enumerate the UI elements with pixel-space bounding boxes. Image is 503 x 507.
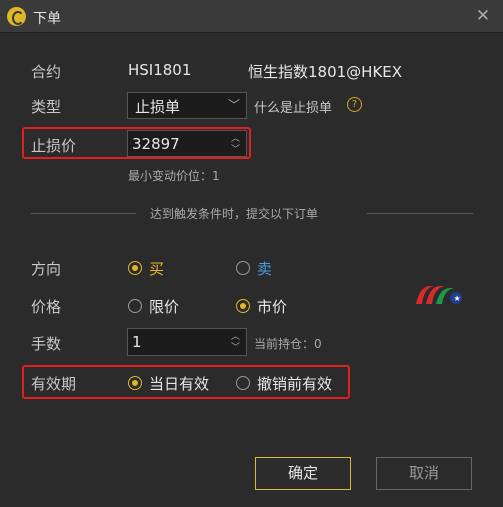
radio-day-order-label[interactable]: 当日有效 <box>149 373 209 394</box>
stop-price-label: 止损价 <box>31 137 77 155</box>
radio-buy-label[interactable]: 买 <box>149 258 164 279</box>
brand-logo-icon: ★ <box>416 286 462 304</box>
stop-price-stepper[interactable]: ︿ ﹀ <box>127 130 247 157</box>
divider-text: 达到触发条件时，提交以下订单 <box>150 207 319 221</box>
stop-price-input[interactable] <box>132 133 212 155</box>
chevron-down-icon: ﹀ <box>227 98 240 112</box>
divider-left <box>31 213 136 214</box>
chevron-down-icon[interactable]: ﹀ <box>231 145 240 155</box>
radio-day-order[interactable] <box>128 376 142 390</box>
contract-label: 合约 <box>31 63 62 81</box>
radio-market-price[interactable] <box>236 299 250 313</box>
divider-right <box>367 213 473 214</box>
radio-sell[interactable] <box>236 261 250 275</box>
title-bar: 下单 ✕ <box>0 0 503 33</box>
window-title: 下单 <box>33 11 61 27</box>
radio-gtc-order-label[interactable]: 撤销前有效 <box>257 373 332 394</box>
contract-code: HSI1801 <box>128 61 192 79</box>
cancel-button[interactable]: 取消 <box>376 457 472 490</box>
chevron-up-icon[interactable]: ︿ <box>231 134 240 144</box>
stop-order-help-link[interactable]: 什么是止损单 <box>254 97 332 116</box>
quantity-label: 手数 <box>31 335 62 353</box>
confirm-button[interactable]: 确定 <box>255 457 351 490</box>
quantity-stepper[interactable]: ︿ ﹀ <box>127 328 247 356</box>
validity-label: 有效期 <box>31 375 77 393</box>
chevron-up-icon[interactable]: ︿ <box>231 332 240 342</box>
direction-label: 方向 <box>31 260 62 278</box>
chevron-down-icon[interactable]: ﹀ <box>231 343 240 353</box>
quantity-input[interactable] <box>132 331 212 353</box>
order-type-selected: 止损单 <box>135 98 181 116</box>
app-logo-icon <box>7 7 26 26</box>
radio-market-price-label[interactable]: 市价 <box>257 296 287 317</box>
radio-gtc-order[interactable] <box>236 376 250 390</box>
order-type-label: 类型 <box>31 98 62 116</box>
radio-limit-price-label[interactable]: 限价 <box>149 296 179 317</box>
order-type-select[interactable]: 止损单 ﹀ <box>127 92 247 119</box>
help-icon[interactable]: ? <box>347 97 362 112</box>
radio-buy[interactable] <box>128 261 142 275</box>
close-icon[interactable]: ✕ <box>473 6 493 26</box>
radio-limit-price[interactable] <box>128 299 142 313</box>
radio-sell-label[interactable]: 卖 <box>257 258 272 279</box>
price-label: 价格 <box>31 298 62 316</box>
svg-text:★: ★ <box>454 294 461 303</box>
min-tick-text: 最小变动价位：1 <box>128 169 220 183</box>
contract-name: 恒生指数1801@HKEX <box>248 63 403 81</box>
current-position-text: 当前持仓：0 <box>254 337 322 351</box>
